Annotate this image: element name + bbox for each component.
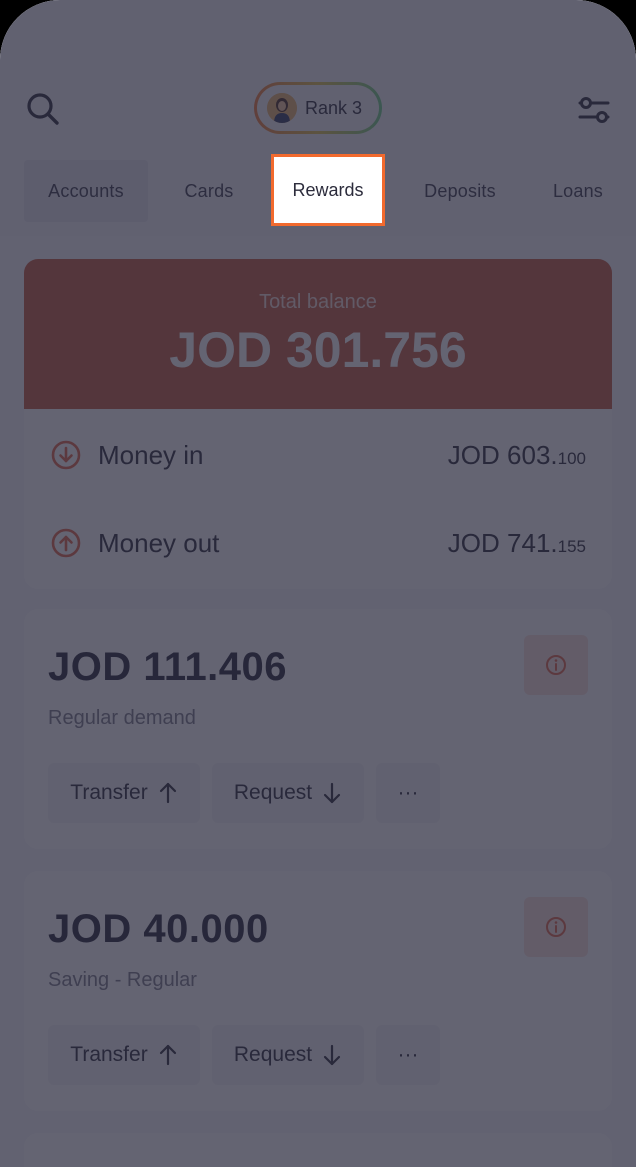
arrow-down-icon [324,1044,341,1066]
tab-deposits[interactable]: Deposits [404,160,516,222]
account-type: Regular demand [48,707,196,729]
highlighted-tab-rewards[interactable]: Rewards [271,154,385,226]
search-button[interactable] [24,90,64,130]
tab-accounts[interactable]: Accounts [24,160,148,222]
rank-label: Rank 3 [305,97,363,118]
account-card[interactable]: JOD 111.406 Regular demand Transfer Requ… [24,609,612,849]
money-in-row[interactable]: Money in JOD 603.100 [24,411,612,499]
more-icon: ··· [397,1043,419,1066]
account-balance: JOD 40.000 [48,907,269,951]
request-button[interactable]: Request [212,763,364,823]
filter-button[interactable] [574,90,614,130]
info-button[interactable] [524,897,588,957]
info-icon [546,917,566,937]
search-icon [27,93,59,125]
account-type: Saving - Regular [48,969,197,991]
account-card[interactable]: JOD 40.000 Saving - Regular Transfer Req… [24,871,612,1111]
request-button[interactable]: Request [212,1025,364,1085]
money-out-label: Money out [98,527,220,558]
total-balance-value: JOD 301.756 [169,322,467,378]
total-balance-label: Total balance [259,291,377,313]
arrow-down-icon [324,782,341,804]
highlighted-tab-label: Rewards [292,179,364,200]
transfer-button[interactable]: Transfer [48,1025,200,1085]
more-button[interactable]: ··· [376,1025,440,1085]
arrow-down-circle-icon [51,440,81,470]
info-button[interactable] [524,635,588,695]
tab-loans[interactable]: Loans [540,160,616,222]
money-out-row[interactable]: Money out JOD 741.155 [24,499,612,587]
request-label: Request [233,1043,313,1066]
avatar [267,93,297,123]
account-card-partial [24,1133,612,1167]
arrow-up-icon [159,1044,176,1066]
money-in-amount: JOD 603.100 [448,440,586,471]
more-icon: ··· [397,781,419,804]
money-out-amount: JOD 741.155 [448,528,586,559]
total-balance-card: Total balance JOD 301.756 [24,259,612,409]
request-label: Request [233,781,313,804]
account-balance: JOD 111.406 [48,645,288,689]
money-in-amount-decimals: 100 [557,448,586,468]
filter-icon [578,97,610,123]
tab-cards[interactable]: Cards [160,160,258,222]
transfer-button[interactable]: Transfer [48,763,200,823]
rank-badge[interactable]: Rank 3 [254,82,382,134]
money-in-amount-main: JOD 603. [447,439,558,470]
info-icon [546,655,566,675]
money-out-amount-main: JOD 741. [447,527,558,558]
arrow-up-circle-icon [51,528,81,558]
money-out-amount-decimals: 155 [557,536,586,556]
money-in-label: Money in [98,439,204,470]
more-button[interactable]: ··· [376,763,440,823]
transfer-label: Transfer [70,1043,148,1066]
transfer-label: Transfer [70,781,148,804]
arrow-up-icon [159,782,176,804]
money-flow-card: Money in JOD 603.100 Money out JOD 741.1… [24,409,612,589]
